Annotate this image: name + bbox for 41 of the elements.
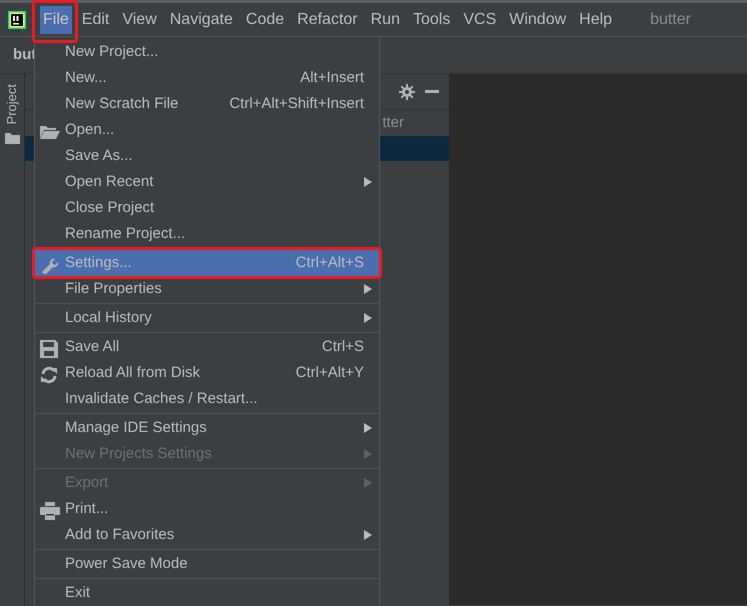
menu-option[interactable]: Exit: [35, 580, 379, 606]
menu-item[interactable]: Window: [506, 6, 570, 34]
printer-icon: [40, 502, 60, 520]
menu-option[interactable]: New Project...: [35, 39, 379, 65]
menu-option[interactable]: File Properties: [35, 276, 379, 302]
menu-item[interactable]: Code: [242, 6, 288, 34]
menu-option[interactable]: Open...: [35, 117, 379, 143]
menu-item[interactable]: Tools: [410, 6, 454, 34]
folder-icon: [40, 124, 60, 140]
window-title: butter: [650, 10, 691, 30]
menu-item[interactable]: Run: [368, 6, 403, 34]
project-tab[interactable]: Project: [5, 84, 19, 124]
menu-option[interactable]: Reload All from Disk Ctrl+Alt+Y: [35, 360, 379, 386]
menu-item[interactable]: Refactor: [294, 6, 361, 34]
menu-option[interactable]: Close Project: [35, 195, 379, 221]
folder-icon: [4, 132, 20, 144]
reload-icon: [40, 366, 58, 384]
menu-item[interactable]: View: [119, 6, 160, 34]
menu-option[interactable]: New... Alt+Insert: [35, 65, 379, 91]
menu-item[interactable]: VCS: [460, 6, 500, 34]
tree-item[interactable]: tter: [382, 112, 404, 134]
menu-item[interactable]: Navigate: [166, 6, 236, 34]
settings-icon[interactable]: [399, 84, 415, 100]
menu-option[interactable]: Open Recent: [35, 169, 379, 195]
menu-option[interactable]: Power Save Mode: [35, 551, 379, 577]
menu-option[interactable]: Save As...: [35, 143, 379, 169]
menu-option[interactable]: Print...: [35, 496, 379, 522]
menu-item[interactable]: File: [40, 6, 72, 34]
menu-option[interactable]: Add to Favorites: [35, 522, 379, 548]
app-logo-icon: [8, 10, 26, 28]
menu-option[interactable]: Save All Ctrl+S: [35, 334, 379, 360]
menu-option[interactable]: New Scratch File Ctrl+Alt+Shift+Insert: [35, 91, 379, 117]
menu-option[interactable]: Manage IDE Settings: [35, 415, 379, 441]
menu-item[interactable]: Help: [576, 6, 616, 34]
menu-option[interactable]: Invalidate Caches / Restart...: [35, 386, 379, 412]
highlight-frame: [32, 0, 78, 43]
menu-item[interactable]: Edit: [78, 6, 112, 34]
save-icon: [40, 340, 58, 358]
wrench-icon: [40, 256, 60, 274]
menu-option[interactable]: Rename Project...: [35, 221, 379, 247]
menu-option[interactable]: Local History: [35, 305, 379, 331]
